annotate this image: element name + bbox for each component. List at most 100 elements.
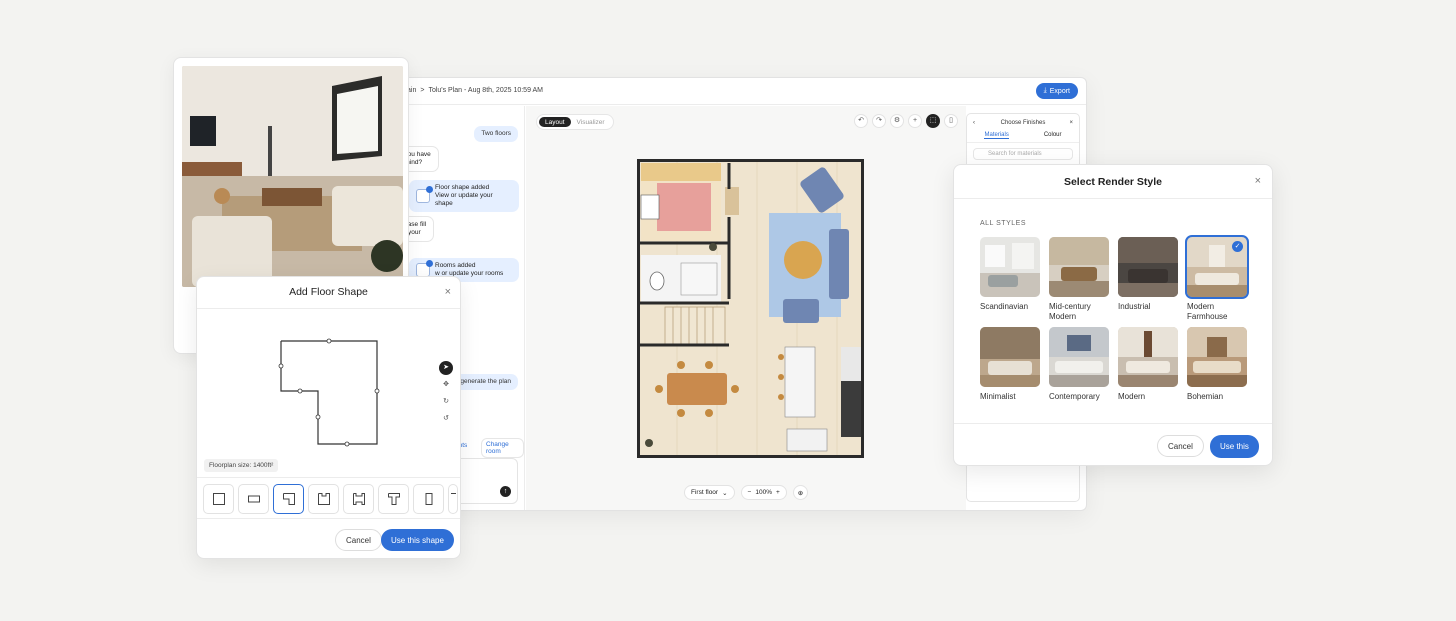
back-icon[interactable]: ‹ xyxy=(973,120,975,126)
kitchen-island xyxy=(784,346,816,418)
style-label: Modern xyxy=(1118,392,1146,401)
shape-t-option[interactable] xyxy=(378,484,409,514)
close-icon[interactable]: × xyxy=(445,286,451,298)
bed xyxy=(657,183,711,231)
style-thumbnail xyxy=(1049,237,1109,297)
style-thumbnail xyxy=(1187,327,1247,387)
tab-layout[interactable]: Layout xyxy=(539,117,571,127)
materials-search-input[interactable]: Search for materials xyxy=(973,148,1073,160)
shape-u-option[interactable] xyxy=(308,484,339,514)
finishes-tabs: Materials Colour xyxy=(967,132,1079,143)
send-icon[interactable]: ↑ xyxy=(500,486,511,497)
dialog-footer: Cancel Use this shape xyxy=(197,518,460,560)
move-icon[interactable]: ✥ xyxy=(439,378,453,392)
settings-icon[interactable]: ⚙ xyxy=(890,114,904,128)
style-thumbnail xyxy=(980,327,1040,387)
export-label: Export xyxy=(1049,87,1070,95)
style-label: Bohemian xyxy=(1187,392,1224,401)
l-shape-icon xyxy=(282,493,295,505)
living-room-render-image xyxy=(182,66,403,287)
shape-l-option[interactable] xyxy=(273,484,304,514)
cancel-button[interactable]: Cancel xyxy=(335,529,382,551)
style-label: Modern Farmhouse xyxy=(1187,302,1228,321)
style-card-mid-century-modern[interactable]: Mid-century Modern xyxy=(1049,237,1109,321)
shape-more-option[interactable] xyxy=(448,484,458,514)
style-label: Scandinavian xyxy=(980,302,1029,311)
style-thumbnail xyxy=(1049,327,1109,387)
chevron-down-icon: ⌄ xyxy=(722,489,728,497)
chat-message-user: generate the plan xyxy=(453,374,518,390)
floorplan-size-label: Floorplan size: 1400ft² xyxy=(204,459,279,472)
check-badge-icon xyxy=(426,186,433,193)
style-card-scandinavian[interactable]: Scandinavian xyxy=(980,237,1040,321)
floor-select[interactable]: First floor ⌄ xyxy=(684,485,735,500)
floor-shape-card[interactable]: Floor shape added View or update your sh… xyxy=(409,180,519,212)
change-room-chip[interactable]: Change room xyxy=(481,438,524,458)
checkmark-icon: ✓ xyxy=(1232,241,1243,252)
style-thumbnail xyxy=(1118,237,1178,297)
style-card-minimalist[interactable]: Minimalist xyxy=(980,327,1040,402)
partial-shape-icon xyxy=(451,493,456,494)
style-label: Contemporary xyxy=(1049,392,1100,401)
style-card-contemporary[interactable]: Contemporary xyxy=(1049,327,1109,402)
recenter-icon[interactable]: ⊕ xyxy=(792,485,809,500)
card-subtitle: View or update your shape xyxy=(435,192,493,207)
download-icon: ⤓ xyxy=(1043,87,1047,94)
floor-plan[interactable] xyxy=(637,159,864,458)
h-shape-icon xyxy=(352,493,365,505)
card-title: Rooms added xyxy=(435,262,476,269)
message-text: Two floors xyxy=(481,130,511,137)
breadcrumb: ain > Tolu's Plan - Aug 8th, 2025 10:59 … xyxy=(407,87,543,94)
style-thumbnail-selected: ✓ xyxy=(1185,235,1249,299)
card-title: Floor shape added xyxy=(435,184,490,191)
zoom-control: − 100% + xyxy=(740,485,787,500)
tab-colour[interactable]: Colour xyxy=(1044,132,1062,139)
select-render-style-dialog: Select Render Style × ALL STYLES Scandin… xyxy=(953,164,1273,466)
shape-editor-canvas[interactable]: ➤ ✥ ↻ ↺ xyxy=(197,308,460,478)
use-this-button[interactable]: Use this xyxy=(1210,435,1259,458)
tab-materials[interactable]: Materials xyxy=(984,132,1009,139)
style-thumbnail xyxy=(980,237,1040,297)
shape-h-option[interactable] xyxy=(343,484,374,514)
message-text: generate the plan xyxy=(460,378,511,385)
floor-select-value: First floor xyxy=(691,489,719,496)
section-label: ALL STYLES xyxy=(980,220,1026,227)
check-badge-icon xyxy=(426,260,433,267)
export-button[interactable]: ⤓ Export xyxy=(1035,83,1078,99)
redo-icon[interactable]: ↷ xyxy=(872,114,886,128)
tab-visualizer[interactable]: Visualizer xyxy=(571,117,611,127)
style-card-bohemian[interactable]: Bohemian xyxy=(1187,327,1247,402)
door-tool-icon[interactable]: ▯ xyxy=(944,114,958,128)
pointer-icon[interactable]: ➤ xyxy=(439,361,453,375)
rectangle-shape-icon xyxy=(247,495,260,503)
shape-square-option[interactable] xyxy=(203,484,234,514)
shape-narrow-option[interactable] xyxy=(413,484,444,514)
shape-presets xyxy=(203,484,458,514)
dialog-title: Add Floor Shape xyxy=(289,286,368,298)
redo-icon[interactable]: ↻ xyxy=(439,395,453,409)
style-label: Minimalist xyxy=(980,392,1016,401)
undo-icon[interactable]: ↺ xyxy=(439,412,453,426)
style-label: Industrial xyxy=(1118,302,1151,311)
zoom-in-icon[interactable]: + xyxy=(776,489,780,496)
floor-outline[interactable] xyxy=(197,309,462,479)
cancel-button[interactable]: Cancel xyxy=(1157,435,1204,457)
dialog-header: Select Render Style × xyxy=(954,165,1272,199)
square-shape-icon xyxy=(212,493,225,505)
rooms-icon xyxy=(416,260,433,277)
app-header: ain > Tolu's Plan - Aug 8th, 2025 10:59 … xyxy=(399,78,1086,105)
style-card-modern[interactable]: Modern xyxy=(1118,327,1178,402)
add-icon[interactable]: + xyxy=(908,114,922,128)
use-this-shape-button[interactable]: Use this shape xyxy=(381,529,454,551)
zoom-out-icon[interactable]: − xyxy=(748,489,752,496)
style-card-modern-farmhouse[interactable]: ✓ Modern Farmhouse xyxy=(1185,235,1249,321)
close-icon[interactable]: × xyxy=(1069,120,1073,126)
style-card-industrial[interactable]: Industrial xyxy=(1118,237,1178,321)
dialog-footer: Cancel Use this xyxy=(954,423,1272,467)
shape-rectangle-option[interactable] xyxy=(238,484,269,514)
close-icon[interactable]: × xyxy=(1255,175,1261,187)
canvas-toolbar: ↶ ↷ ⚙ + ⬚ ▯ xyxy=(854,114,958,128)
select-tool-icon[interactable]: ⬚ xyxy=(926,114,940,128)
mode-toggle: Layout Visualizer xyxy=(536,114,614,130)
undo-icon[interactable]: ↶ xyxy=(854,114,868,128)
